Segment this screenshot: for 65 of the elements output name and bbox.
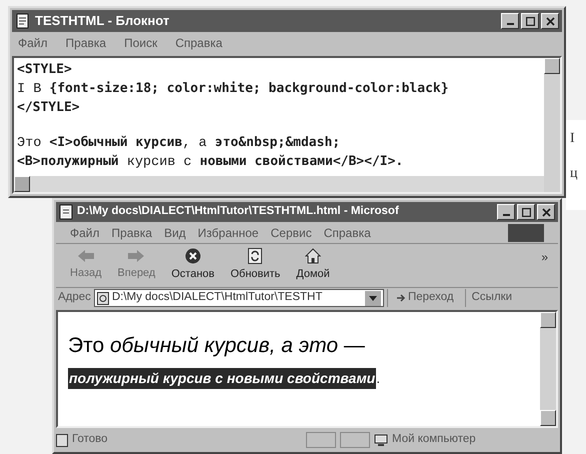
minimize-icon — [506, 23, 514, 25]
code-line: </STYLE> — [17, 99, 81, 117]
highlighted-text: полужирный курсив с новыми свойствами — [68, 368, 376, 388]
zone-text: Мой компьютер — [392, 432, 476, 448]
close-button[interactable] — [541, 13, 559, 29]
scroll-down-button[interactable] — [540, 410, 556, 426]
caret-icon — [368, 296, 377, 300]
menu-item[interactable]: Правка — [66, 34, 106, 52]
minimize-button[interactable] — [497, 204, 515, 220]
code-line: <B>полужирный курсив с новыми свойствами</B></I>. — [17, 153, 404, 172]
background-window-text: I — [570, 130, 576, 148]
page-icon — [96, 292, 109, 304]
maximize-icon — [526, 16, 534, 26]
scroll-left-button[interactable] — [14, 176, 30, 192]
address-label: Адрес — [58, 290, 91, 306]
close-button[interactable] — [537, 204, 555, 220]
vertical-scrollbar[interactable] — [544, 58, 560, 192]
vertical-scrollbar[interactable] — [540, 312, 556, 426]
code-line: I B {font-size:18; color:white; background-color:black} — [17, 80, 450, 99]
menu-item[interactable]: Вид — [164, 224, 186, 242]
dropdown-button[interactable] — [364, 290, 381, 306]
menu-item[interactable]: Избранное — [198, 224, 259, 242]
maximize-button[interactable] — [521, 13, 539, 29]
maximize-button[interactable] — [517, 204, 535, 220]
page-text: Это обычный курсив, а это — — [68, 333, 366, 359]
refresh-page-icon — [248, 248, 262, 264]
status-panel — [306, 432, 336, 448]
status-text: Готово — [72, 432, 109, 448]
menu-item[interactable]: Справка — [324, 224, 371, 242]
menu-item[interactable]: Правка — [112, 224, 152, 242]
address-field[interactable]: D:\My docs\DIALECT\HtmlTutor\TESTHT — [94, 289, 384, 307]
back-arrow-icon — [76, 249, 95, 264]
status-panel — [340, 432, 370, 448]
notepad-icon — [15, 13, 31, 29]
minimize-button[interactable] — [501, 13, 519, 29]
code-line: Это <I>обычный курсив, а это&nbsp;&mdash; — [17, 134, 342, 153]
horizontal-scrollbar[interactable] — [14, 176, 544, 192]
menu-item[interactable]: Файл — [70, 224, 100, 242]
page-text: . — [376, 368, 380, 388]
menu-item[interactable]: Сервис — [270, 224, 312, 242]
stop-icon — [184, 248, 201, 264]
window-title: D:\My docs\DIALECT\HtmlTutor\TESTHTML.html - Microsof — [77, 204, 399, 220]
menu-item[interactable]: Файл — [18, 34, 48, 52]
close-icon — [546, 16, 554, 26]
links-button[interactable]: Ссылки — [464, 289, 518, 307]
scroll-up-button[interactable] — [544, 58, 560, 74]
go-button[interactable]: Переход — [386, 289, 462, 307]
scroll-up-button[interactable] — [540, 312, 556, 328]
toolbar-more-button[interactable]: » — [541, 248, 548, 266]
maximize-icon — [522, 208, 530, 216]
arrow-icon — [396, 293, 406, 303]
home-icon — [305, 248, 322, 264]
menu-item[interactable]: Справка — [175, 34, 222, 52]
close-icon — [542, 208, 550, 216]
computer-icon — [374, 434, 388, 446]
page-icon — [56, 434, 68, 446]
toolbar-button[interactable]: Останов — [167, 248, 218, 283]
menu-item[interactable]: Поиск — [124, 34, 158, 52]
background-window-text: ц — [570, 165, 578, 183]
toolbar-button[interactable]: Домой — [292, 248, 334, 283]
forward-arrow-icon — [127, 249, 146, 264]
toolbar-button[interactable]: Обновить — [226, 248, 284, 283]
minimize-icon — [502, 214, 510, 216]
code-line: <STYLE> — [17, 61, 73, 79]
window-title: TESTHTML - Блокнот — [35, 12, 170, 30]
